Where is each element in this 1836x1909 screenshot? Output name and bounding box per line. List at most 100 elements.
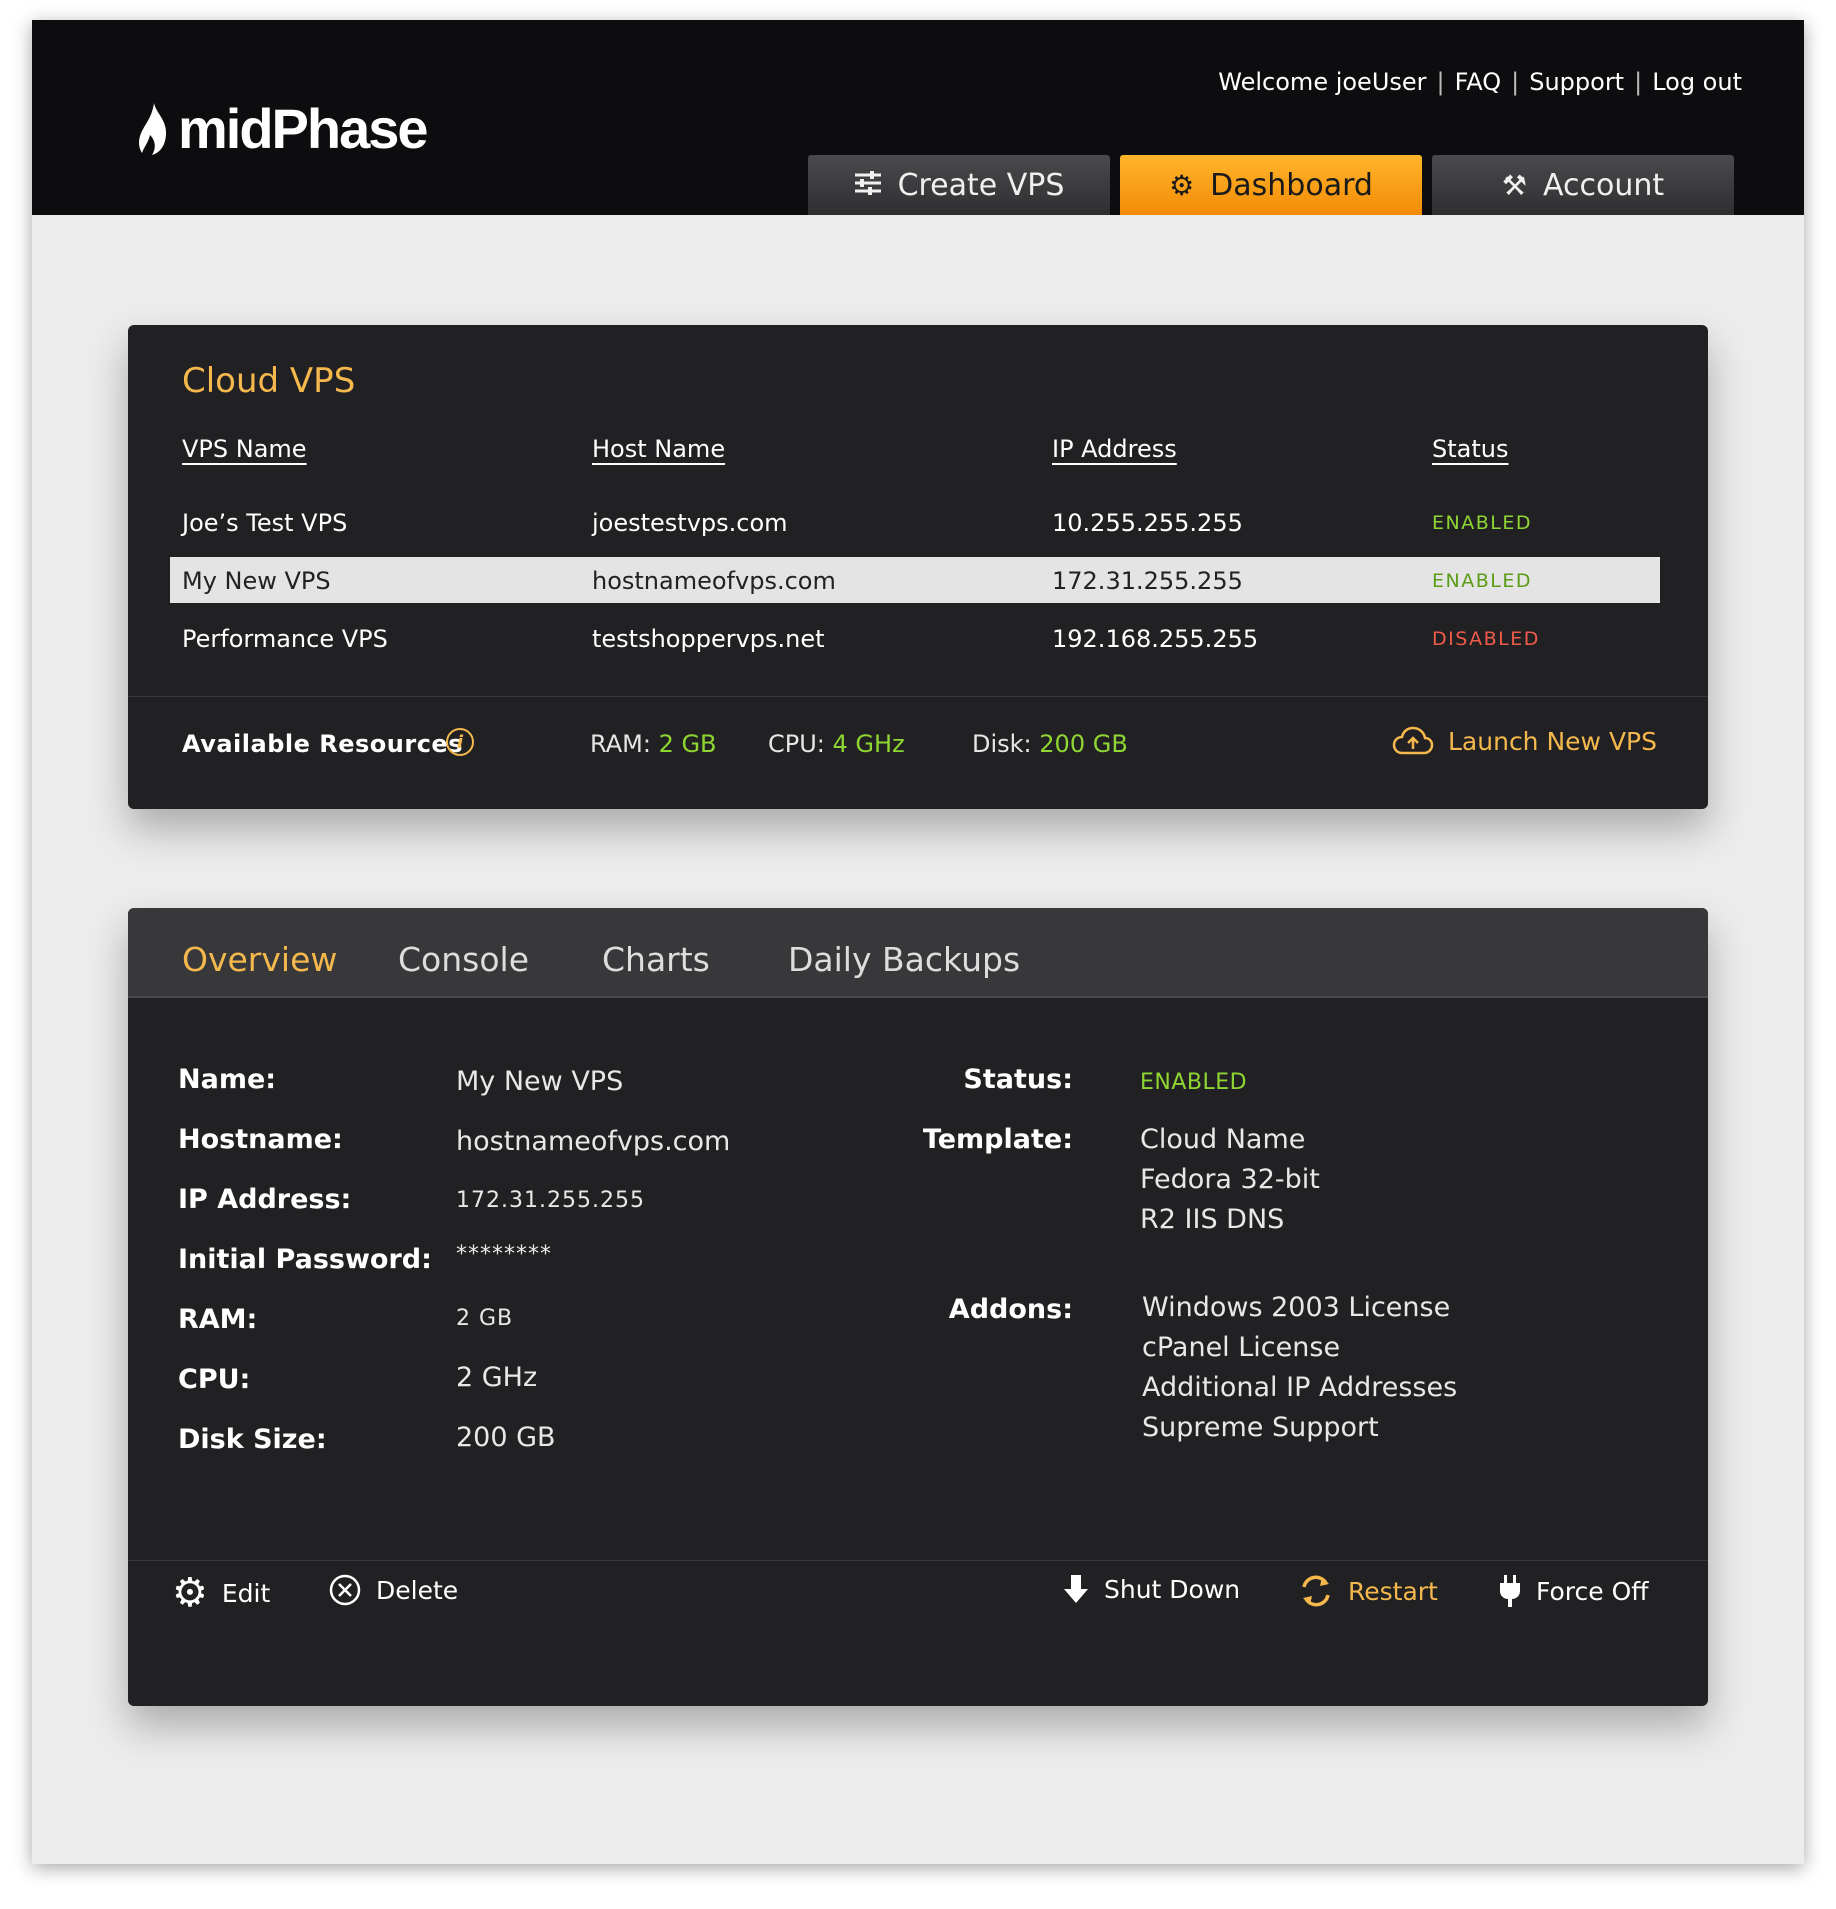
nav-tab-label: Create VPS — [897, 167, 1065, 203]
nav-tab-account[interactable]: ⚒ Account — [1432, 155, 1734, 215]
force-off-label: Force Off — [1536, 1576, 1649, 1606]
logo-text: midPhase — [178, 97, 429, 160]
flame-icon — [139, 102, 166, 155]
faq-link[interactable]: FAQ — [1455, 68, 1502, 96]
restart-label: Restart — [1348, 1576, 1438, 1606]
shut-down-button[interactable]: Shut Down — [1062, 1573, 1240, 1605]
ram-resource: RAM: 2 GB — [590, 730, 717, 758]
addon-line: Additional IP Addresses — [1142, 1372, 1458, 1403]
template-value: Cloud Name Fedora 32-bit R2 IIS DNS — [1140, 1120, 1320, 1240]
plug-icon — [1500, 1575, 1520, 1607]
cloud-upload-icon — [1392, 726, 1434, 755]
tab-overview[interactable]: Overview — [182, 940, 337, 979]
cpu-label: CPU: — [768, 730, 825, 758]
close-circle-icon — [329, 1574, 361, 1606]
host-name-cell: joestestvps.com — [592, 509, 788, 537]
nav-tab-label: Account — [1542, 167, 1665, 203]
refresh-icon — [1302, 1575, 1330, 1607]
disk-value: 200 GB — [1039, 730, 1128, 758]
action-bar: ⚙ Edit Delete Shut Down Restart Force Of… — [128, 1573, 1708, 1633]
resources-label: Available Resources — [182, 730, 463, 758]
addons-value: Windows 2003 License cPanel License Addi… — [1142, 1288, 1457, 1448]
gear-icon: ⚙ — [1169, 168, 1195, 202]
column-header-vps-name[interactable]: VPS Name — [182, 435, 307, 463]
column-header-status[interactable]: Status — [1432, 435, 1508, 463]
app-window: midPhase Welcome joeUser | FAQ | Support… — [32, 20, 1804, 1864]
table-row[interactable]: Performance VPS testshoppervps.net 192.1… — [170, 615, 1660, 661]
status-badge: DISABLED — [1432, 628, 1540, 650]
panel-title: Cloud VPS — [182, 361, 356, 401]
detail-tab-bar: Overview Console Charts Daily Backups — [128, 908, 1708, 998]
name-value: My New VPS — [456, 1066, 624, 1097]
ram-label: RAM: — [178, 1304, 258, 1335]
cpu-value: 4 GHz — [832, 730, 905, 758]
cpu-value: 2 GHz — [456, 1362, 538, 1393]
vps-name-cell: Joe’s Test VPS — [182, 509, 348, 537]
template-line: Fedora 32-bit — [1140, 1164, 1320, 1195]
ram-label: RAM: — [590, 730, 651, 758]
ip-address-label: IP Address: — [178, 1184, 352, 1215]
cpu-label: CPU: — [178, 1364, 251, 1395]
host-name-cell: testshoppervps.net — [592, 625, 825, 653]
status-badge: ENABLED — [1432, 512, 1532, 534]
shut-down-label: Shut Down — [1104, 1574, 1241, 1604]
disk-resource: Disk: 200 GB — [972, 730, 1128, 758]
divider — [128, 1560, 1708, 1561]
vps-detail-panel: Overview Console Charts Daily Backups Na… — [128, 908, 1708, 1706]
gear-icon: ⚙ — [172, 1570, 208, 1616]
disk-label: Disk: — [972, 730, 1032, 758]
template-label: Template: — [922, 1124, 1073, 1155]
edit-label: Edit — [221, 1578, 271, 1608]
separator: | — [1436, 68, 1445, 96]
nav-tab-label: Dashboard — [1210, 167, 1373, 203]
tab-console[interactable]: Console — [398, 940, 529, 979]
ram-value: 2 GB — [658, 730, 717, 758]
available-resources-row: Available Resources i RAM: 2 GB CPU: 4 G… — [128, 727, 1708, 770]
nav-tab-create-vps[interactable]: Create VPS — [808, 155, 1110, 215]
welcome-text: Welcome joeUser — [1218, 68, 1427, 96]
arrow-down-icon — [1064, 1575, 1088, 1603]
delete-label: Delete — [376, 1575, 459, 1605]
sliders-icon — [854, 169, 882, 202]
status-label: Status: — [963, 1064, 1073, 1095]
column-header-host-name[interactable]: Host Name — [592, 435, 725, 463]
separator: | — [1634, 68, 1643, 96]
hostname-value: hostnameofvps.com — [456, 1126, 731, 1157]
hostname-label: Hostname: — [178, 1124, 343, 1155]
launch-new-vps-button[interactable]: Launch New VPS — [1392, 726, 1657, 756]
user-links: Welcome joeUser | FAQ | Support | Log ou… — [1218, 68, 1742, 96]
initial-password-label: Initial Password: — [178, 1244, 432, 1275]
table-row[interactable]: Joe’s Test VPS joestestvps.com 10.255.25… — [170, 499, 1660, 545]
status-badge: ENABLED — [1432, 570, 1532, 592]
ip-address-cell: 172.31.255.255 — [1052, 567, 1243, 595]
nav-tab-dashboard[interactable]: ⚙ Dashboard — [1120, 155, 1422, 215]
restart-button[interactable]: Restart — [1298, 1573, 1438, 1609]
tab-charts[interactable]: Charts — [602, 940, 710, 979]
initial-password-value: ******** — [456, 1242, 552, 1267]
vps-name-cell: My New VPS — [182, 567, 331, 595]
cpu-resource: CPU: 4 GHz — [768, 730, 905, 758]
disk-size-value: 200 GB — [456, 1422, 556, 1453]
launch-label: Launch New VPS — [1448, 726, 1657, 756]
table-row-selected[interactable]: My New VPS hostnameofvps.com 172.31.255.… — [170, 557, 1660, 603]
vps-name-cell: Performance VPS — [182, 625, 388, 653]
template-line: R2 IIS DNS — [1140, 1204, 1285, 1235]
divider — [128, 696, 1708, 697]
tab-daily-backups[interactable]: Daily Backups — [788, 940, 1020, 979]
addons-label: Addons: — [948, 1294, 1073, 1325]
delete-button[interactable]: Delete — [328, 1573, 458, 1607]
logout-link[interactable]: Log out — [1652, 68, 1742, 96]
ip-address-cell: 10.255.255.255 — [1052, 509, 1243, 537]
ip-address-cell: 192.168.255.255 — [1052, 625, 1259, 653]
separator: | — [1511, 68, 1520, 96]
top-bar: midPhase Welcome joeUser | FAQ | Support… — [32, 20, 1804, 215]
tools-icon: ⚒ — [1501, 168, 1527, 202]
status-value: ENABLED — [1140, 1070, 1248, 1095]
logo[interactable]: midPhase — [136, 96, 429, 161]
force-off-button[interactable]: Force Off — [1498, 1573, 1649, 1609]
support-link[interactable]: Support — [1529, 68, 1624, 96]
column-header-ip-address[interactable]: IP Address — [1052, 435, 1177, 463]
info-icon[interactable]: i — [446, 728, 474, 756]
addon-line: Windows 2003 License — [1142, 1292, 1451, 1323]
edit-button[interactable]: ⚙ Edit — [172, 1573, 270, 1613]
